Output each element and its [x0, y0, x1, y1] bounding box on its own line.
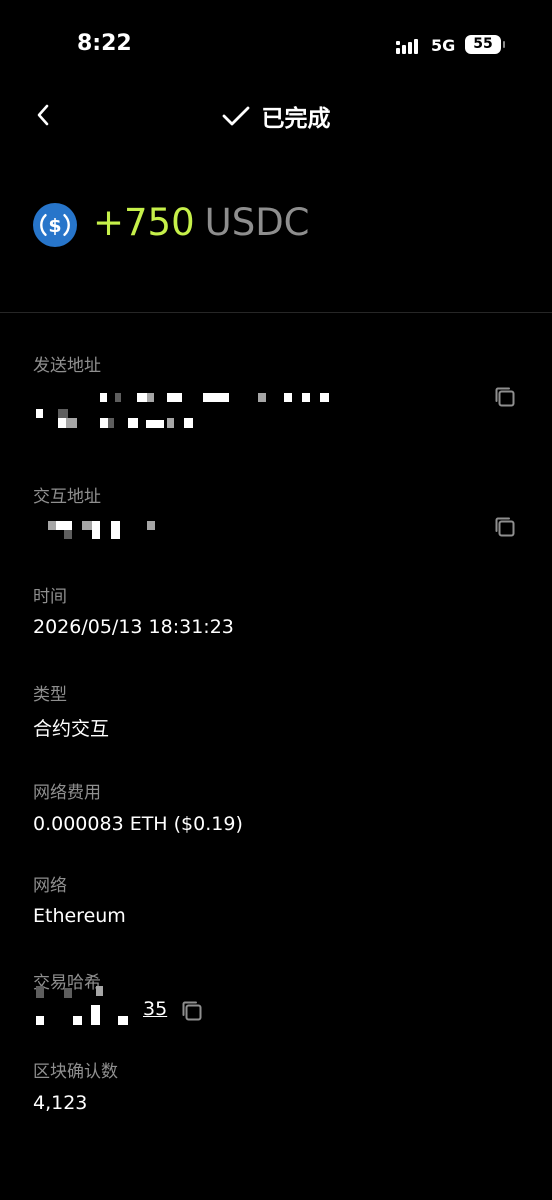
signal-strength-icon — [396, 38, 422, 54]
copy-icon — [182, 1001, 202, 1021]
type-value: 合约交互 — [33, 718, 110, 740]
token-symbol: USDC — [204, 201, 310, 244]
amount-value: +750 — [93, 201, 195, 244]
copy-icon — [495, 387, 515, 407]
status-bar: 8:22 5G 55 — [0, 0, 552, 88]
sender-address-label: 发送地址 — [33, 356, 101, 376]
status-time: 8:22 — [77, 31, 132, 56]
time-label: 时间 — [33, 587, 67, 607]
network-type: 5G — [431, 36, 456, 55]
battery-icon: 55 — [465, 35, 505, 54]
copy-sender-button[interactable] — [493, 385, 517, 409]
confirmations-label: 区块确认数 — [33, 1062, 118, 1082]
page-title: 已完成 — [261, 106, 331, 132]
page-header: 已完成 — [0, 96, 552, 136]
check-icon — [222, 101, 252, 131]
type-label: 类型 — [33, 685, 67, 705]
transaction-detail-screen: 8:22 5G 55 已完成 $ +750 USDC 发送地址 交互地址 时间 … — [0, 0, 552, 1200]
svg-text:$: $ — [48, 215, 61, 237]
network-value: Ethereum — [33, 905, 126, 927]
copy-counterparty-button[interactable] — [493, 515, 517, 539]
copy-tx-hash-button[interactable] — [180, 999, 204, 1023]
transfer-amount: +750 USDC — [93, 200, 310, 246]
usdc-coin-icon: $ — [33, 203, 77, 247]
confirmations-value: 4,123 — [33, 1092, 88, 1114]
network-fee-label: 网络费用 — [33, 783, 101, 803]
network-label: 网络 — [33, 876, 67, 896]
divider — [0, 312, 552, 313]
network-fee-value: 0.000083 ETH ($0.19) — [33, 813, 243, 835]
tx-hash-tail[interactable]: 35 — [143, 998, 167, 1020]
counterparty-address-label: 交互地址 — [33, 487, 101, 507]
time-value: 2026/05/13 18:31:23 — [33, 616, 234, 638]
copy-icon — [495, 517, 515, 537]
